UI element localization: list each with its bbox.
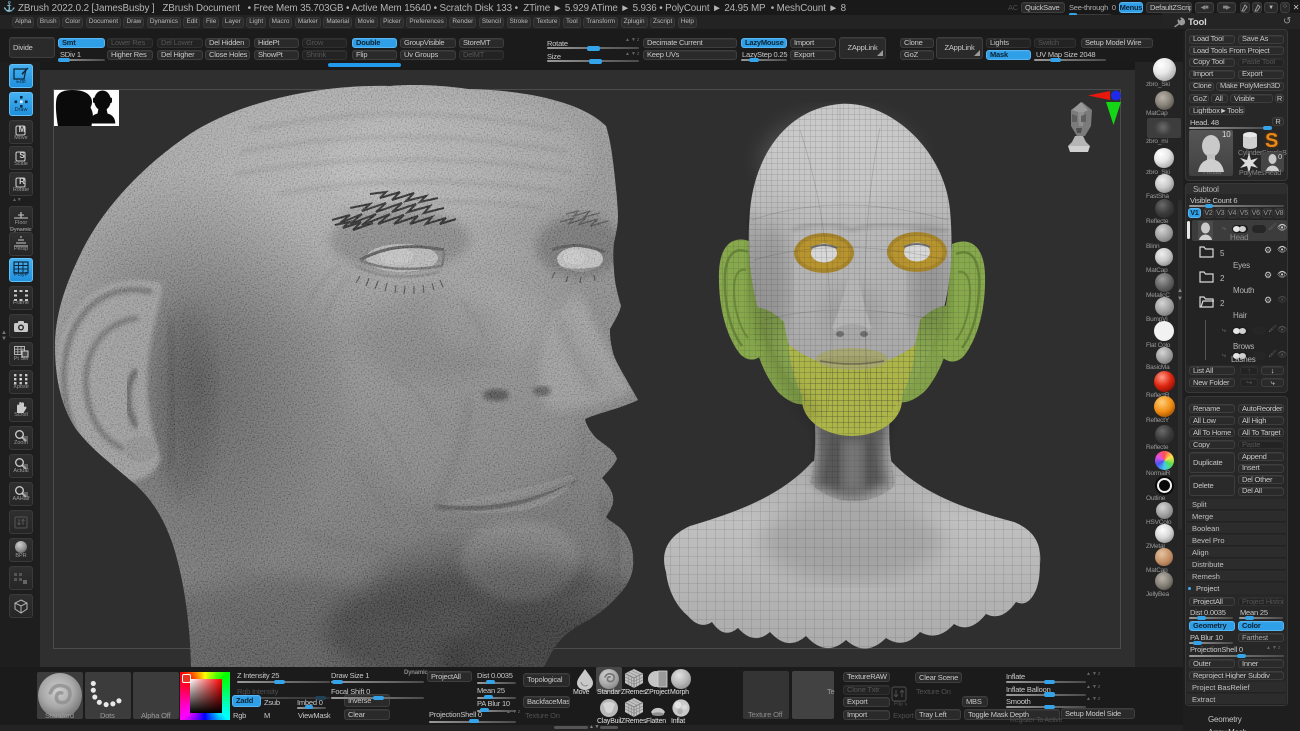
svg-text:M: M [19, 125, 26, 134]
svg-text:S: S [19, 151, 25, 160]
svg-text:R: R [19, 177, 25, 186]
svg-text:Flip V: Flip V [894, 702, 907, 707]
